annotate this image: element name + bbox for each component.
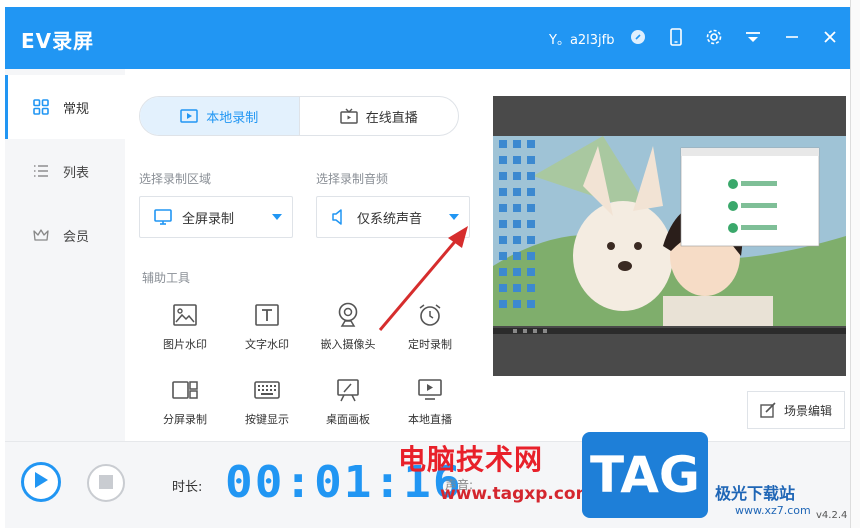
tv-icon: [339, 108, 358, 124]
screen-preview: [493, 96, 846, 376]
version-label: v4.2.4: [816, 510, 848, 521]
sidebar-item-label: 会员: [63, 229, 90, 245]
sidebar: 常规 列表 会员: [5, 69, 125, 441]
duration-label: 时长:: [172, 480, 203, 495]
edit-icon: [760, 402, 776, 418]
speaker-icon: [331, 209, 347, 225]
monitor-icon: [154, 209, 172, 225]
desktop-thumbnail: [493, 96, 846, 376]
tool-split-screen[interactable]: 分屏录制: [150, 377, 220, 437]
app-title: EV录屏: [21, 29, 95, 53]
tab-local-record[interactable]: 本地录制: [140, 97, 299, 135]
tool-key-display[interactable]: 按键显示: [232, 377, 302, 437]
webcam-icon: [335, 302, 361, 328]
sidebar-item-vip[interactable]: 会员: [5, 203, 125, 267]
tab-label: 本地录制: [206, 110, 259, 126]
tool-label: 嵌入摄像头: [320, 338, 376, 351]
watermark-site-url: www.xz7.com: [735, 504, 811, 517]
split-screen-icon: [172, 377, 198, 403]
user-name[interactable]: Y。a2l3jfb: [549, 29, 615, 48]
tool-label: 分屏录制: [163, 413, 207, 426]
watermark-tag-logo: TAG: [582, 432, 708, 518]
app-window: EV录屏 Y。a2l3jfb 常规 列表 会员 本地录制 在线直播 选择录制区域…: [0, 0, 860, 528]
tab-label: 在线直播: [365, 110, 418, 126]
play-button[interactable]: [21, 462, 61, 502]
video-icon: [180, 109, 198, 123]
stop-icon: [99, 474, 113, 493]
scene-edit-button[interactable]: 场景编辑: [747, 391, 845, 429]
tool-text-watermark[interactable]: 文字水印: [232, 302, 302, 362]
tool-label: 按键显示: [245, 413, 289, 426]
watermark-site: 极光下载站: [715, 484, 796, 503]
crown-icon: [33, 227, 49, 243]
tab-live-stream[interactable]: 在线直播: [298, 97, 459, 135]
watermark-text: 电脑技术网: [398, 443, 544, 476]
mode-tabs: 本地录制 在线直播: [139, 96, 459, 136]
menu-icon[interactable]: [741, 25, 765, 49]
sidebar-item-list[interactable]: 列表: [5, 139, 125, 203]
title-bar: EV录屏 Y。a2l3jfb: [5, 7, 850, 69]
monitor-play-icon: [417, 377, 443, 403]
chevron-down-icon: [272, 214, 282, 220]
stop-button[interactable]: [87, 464, 125, 502]
tool-label: 本地直播: [408, 413, 452, 426]
annotation-arrow: [378, 226, 468, 331]
watermark-url: www.tagxp.com: [440, 484, 594, 504]
area-select[interactable]: 全屏录制: [139, 196, 293, 238]
tools-label: 辅助工具: [142, 271, 191, 285]
phone-icon[interactable]: [664, 25, 688, 49]
gear-icon[interactable]: [702, 25, 726, 49]
image-icon: [172, 302, 198, 328]
easel-icon: [335, 377, 361, 403]
sidebar-item-general[interactable]: 常规: [5, 75, 125, 139]
tool-image-watermark[interactable]: 图片水印: [150, 302, 220, 362]
area-value: 全屏录制: [182, 211, 235, 227]
text-icon: [254, 302, 280, 328]
sidebar-item-label: 列表: [63, 165, 90, 181]
audio-label: 选择录制音频: [316, 172, 389, 186]
tool-desktop-board[interactable]: 桌面画板: [313, 377, 383, 437]
pin-icon[interactable]: [626, 25, 650, 49]
keyboard-icon: [254, 377, 280, 403]
list-icon: [33, 163, 49, 179]
tool-label: 桌面画板: [326, 413, 370, 426]
close-icon[interactable]: [818, 25, 842, 49]
tool-label: 图片水印: [163, 338, 207, 351]
background-window-edge: [850, 0, 860, 528]
minimize-icon[interactable]: [780, 25, 804, 49]
tool-label: 文字水印: [245, 338, 289, 351]
scene-edit-label: 场景编辑: [783, 403, 832, 418]
area-label: 选择录制区域: [139, 172, 212, 186]
play-icon: [33, 471, 49, 493]
grid-icon: [33, 99, 49, 115]
sidebar-item-label: 常规: [63, 101, 90, 117]
tool-local-live[interactable]: 本地直播: [395, 377, 465, 437]
